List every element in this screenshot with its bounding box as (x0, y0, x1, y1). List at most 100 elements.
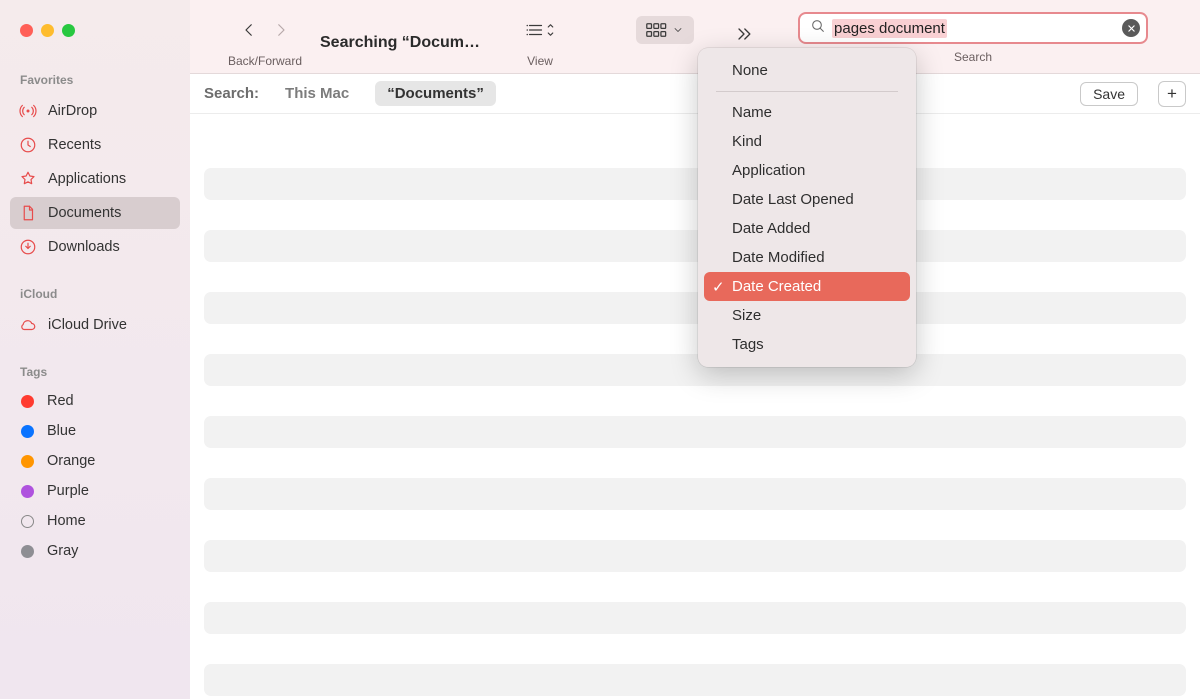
toolbar: Back/Forward Searching “Docum… View (190, 0, 1200, 74)
menu-item-date-created[interactable]: ✓ Date Created (704, 272, 910, 301)
menu-item-label: Size (732, 307, 761, 324)
menu-item-label: Application (732, 162, 805, 179)
close-window-button[interactable] (20, 24, 33, 37)
sidebar-section-icloud: iCloud (0, 281, 190, 307)
tag-dot-icon (21, 425, 34, 438)
sidebar-item-label: Gray (47, 543, 78, 559)
window-title: Searching “Docum… (320, 25, 480, 61)
sidebar-item-label: Home (47, 513, 86, 529)
cloud-icon (18, 315, 38, 335)
back-forward-label: Back/Forward (228, 54, 302, 68)
scope-documents[interactable]: “Documents” (375, 81, 496, 106)
sidebar-section-favorites: Favorites (0, 67, 190, 93)
finder-window: Favorites AirDrop Recents Applications D… (0, 0, 1200, 699)
list-item[interactable] (204, 292, 1186, 324)
sidebar-item-airdrop[interactable]: AirDrop (10, 95, 180, 127)
minimize-window-button[interactable] (41, 24, 54, 37)
document-icon (18, 203, 38, 223)
list-item[interactable] (204, 230, 1186, 262)
sidebar-tag-gray[interactable]: Gray (10, 537, 180, 565)
menu-item-label: Name (732, 104, 772, 121)
sidebar-item-label: Recents (48, 137, 101, 153)
toolbar-overflow-button[interactable] (730, 24, 758, 44)
search-value[interactable]: pages document (832, 19, 1116, 38)
menu-item-none[interactable]: None (698, 56, 916, 85)
tag-dot-icon (21, 485, 34, 498)
sidebar-item-label: Orange (47, 453, 95, 469)
sidebar-item-label: AirDrop (48, 103, 97, 119)
applications-icon (18, 169, 38, 189)
list-item[interactable] (204, 540, 1186, 572)
tag-dot-icon (21, 455, 34, 468)
menu-item-label: Kind (732, 133, 762, 150)
window-controls (0, 24, 190, 37)
clear-search-button[interactable] (1122, 19, 1140, 37)
list-item[interactable] (204, 478, 1186, 510)
fullscreen-window-button[interactable] (62, 24, 75, 37)
back-button[interactable] (233, 14, 265, 46)
save-search-button[interactable]: Save (1080, 82, 1138, 106)
sidebar-item-applications[interactable]: Applications (10, 163, 180, 195)
forward-button[interactable] (265, 14, 297, 46)
search-field[interactable]: pages document (798, 12, 1148, 44)
sidebar-section-tags: Tags (0, 359, 190, 385)
results-area[interactable] (190, 114, 1200, 699)
menu-item-label: Date Created (732, 278, 821, 295)
menu-item-tags[interactable]: Tags (698, 330, 916, 359)
menu-item-size[interactable]: Size (698, 301, 916, 330)
view-label: View (527, 54, 553, 68)
sidebar-tag-blue[interactable]: Blue (10, 417, 180, 445)
menu-item-label: Date Modified (732, 249, 825, 266)
search-label: Search (954, 50, 992, 64)
search-scope-bar: Search: This Mac “Documents” Save + (190, 74, 1200, 114)
menu-item-label: None (732, 62, 768, 79)
sidebar-item-label: iCloud Drive (48, 317, 127, 333)
group-by-button[interactable] (636, 16, 694, 44)
scope-this-mac[interactable]: This Mac (273, 81, 361, 106)
main-area: Back/Forward Searching “Docum… View (190, 0, 1200, 699)
list-item[interactable] (204, 168, 1186, 200)
sidebar: Favorites AirDrop Recents Applications D… (0, 0, 190, 699)
sidebar-item-recents[interactable]: Recents (10, 129, 180, 161)
sidebar-item-label: Downloads (48, 239, 120, 255)
sidebar-item-label: Applications (48, 171, 126, 187)
menu-item-label: Date Added (732, 220, 810, 237)
list-item[interactable] (204, 664, 1186, 696)
menu-item-date-added[interactable]: Date Added (698, 214, 916, 243)
sidebar-item-label: Documents (48, 205, 121, 221)
sidebar-item-downloads[interactable]: Downloads (10, 231, 180, 263)
airdrop-icon (18, 101, 38, 121)
tag-dot-icon (21, 545, 34, 558)
sidebar-tag-red[interactable]: Red (10, 387, 180, 415)
view-options-button[interactable] (525, 16, 555, 44)
clock-icon (18, 135, 38, 155)
menu-item-kind[interactable]: Kind (698, 127, 916, 156)
menu-item-label: Date Last Opened (732, 191, 854, 208)
sidebar-item-label: Purple (47, 483, 89, 499)
sidebar-item-label: Blue (47, 423, 76, 439)
menu-item-date-last-opened[interactable]: Date Last Opened (698, 185, 916, 214)
menu-item-date-modified[interactable]: Date Modified (698, 243, 916, 272)
group-by-menu: None Name Kind Application Date Last Opened D… (698, 48, 916, 367)
scope-label: Search: (204, 85, 259, 102)
chevron-down-icon (672, 24, 684, 36)
tag-outline-icon (21, 515, 34, 528)
menu-item-name[interactable]: Name (698, 98, 916, 127)
sidebar-tag-purple[interactable]: Purple (10, 477, 180, 505)
tag-dot-icon (21, 395, 34, 408)
sidebar-tag-home[interactable]: Home (10, 507, 180, 535)
sidebar-item-icloud-drive[interactable]: iCloud Drive (10, 309, 180, 341)
check-icon: ✓ (712, 278, 725, 296)
sidebar-item-label: Red (47, 393, 74, 409)
add-criteria-button[interactable]: + (1158, 81, 1186, 107)
menu-separator (716, 91, 898, 92)
sidebar-item-documents[interactable]: Documents (10, 197, 180, 229)
list-item[interactable] (204, 602, 1186, 634)
sidebar-tag-orange[interactable]: Orange (10, 447, 180, 475)
menu-item-label: Tags (732, 336, 764, 353)
group-label (663, 54, 666, 68)
menu-item-application[interactable]: Application (698, 156, 916, 185)
list-item[interactable] (204, 354, 1186, 386)
search-icon (810, 18, 826, 39)
list-item[interactable] (204, 416, 1186, 448)
